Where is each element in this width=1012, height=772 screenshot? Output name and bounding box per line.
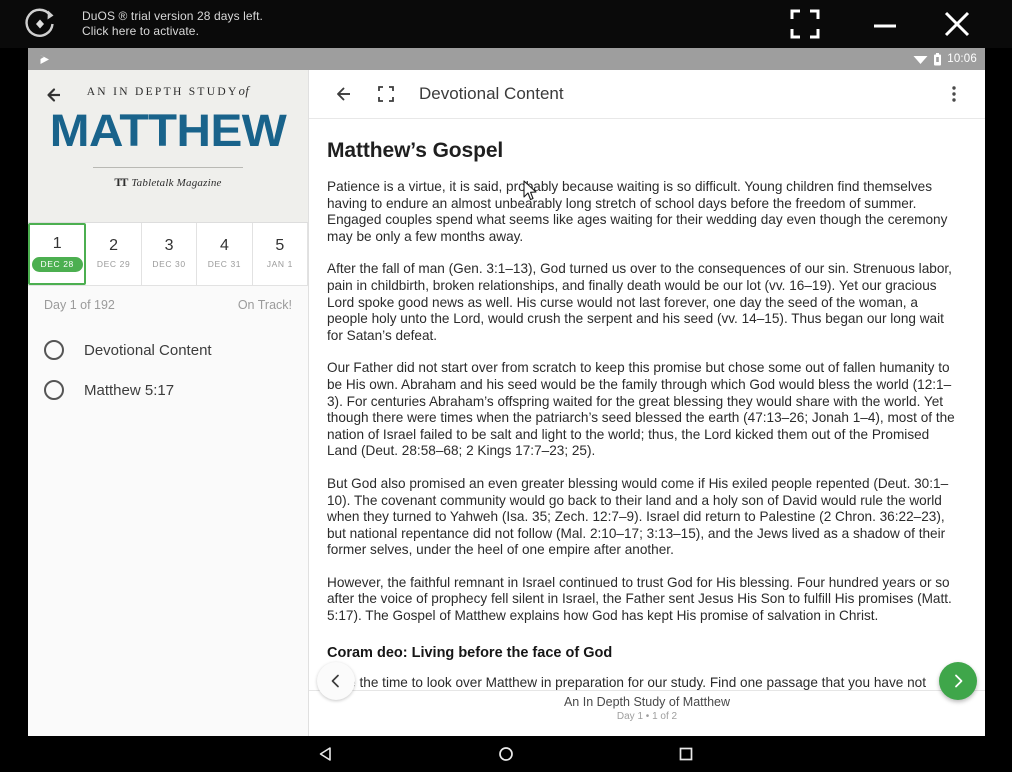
- close-button[interactable]: [926, 0, 988, 48]
- emulator-window: DuOS ® trial version 28 days left. Click…: [0, 0, 1012, 772]
- cover-publisher: TT Tabletalk Magazine: [28, 175, 308, 190]
- android-home-button[interactable]: [486, 739, 526, 769]
- devotional-article[interactable]: Matthew’s Gospel Patience is a virtue, i…: [309, 119, 985, 736]
- article-paragraph-1: Patience is a virtue, it is said, probab…: [327, 179, 948, 244]
- battery-icon: [934, 52, 942, 65]
- content-toolbar: Devotional Content: [309, 70, 985, 119]
- chevron-right-icon: [955, 674, 963, 688]
- emulator-titlebar: DuOS ® trial version 28 days left. Click…: [0, 0, 1012, 48]
- toolbar-overflow-button[interactable]: [937, 77, 971, 111]
- cover-kicker: AN IN DEPTH STUDYof: [28, 84, 308, 99]
- cover-publisher-name: Tabletalk Magazine: [131, 177, 222, 189]
- footer-study-title: An In Depth Study of Matthew: [563, 695, 731, 709]
- day-tab-date: JAN 1: [266, 259, 293, 269]
- on-track-label: On Track!: [237, 298, 292, 312]
- article-paragraph-3: Our Father did not start over from scrat…: [327, 360, 955, 459]
- article-paragraph-2: After the fall of man (Gen. 3:1–13), God…: [327, 261, 952, 343]
- article-paragraph-5: However, the faithful remnant in Israel …: [327, 574, 952, 624]
- task-list: Devotional Content Matthew 5:17: [28, 322, 308, 410]
- maximize-button[interactable]: [774, 0, 836, 48]
- day-tab-date: DEC 29: [96, 259, 131, 269]
- day-tab-date: DEC 30: [152, 259, 186, 269]
- status-bar-notifications: [38, 53, 51, 66]
- toolbar-fullscreen-button[interactable]: [369, 77, 403, 111]
- android-home-circle-icon: [499, 747, 513, 761]
- day-tab-date: DEC 31: [207, 259, 242, 269]
- article-paragraph-4: But God also promised an even greater bl…: [327, 475, 949, 558]
- task-checkbox-icon[interactable]: [44, 340, 64, 360]
- android-status-bar: 10:06: [28, 48, 985, 70]
- duos-logo-icon: [18, 2, 62, 46]
- article-footer: An In Depth Study of Matthew Day 1 • 1 o…: [309, 690, 985, 736]
- content-pane: Devotional Content Matthew’s Gospel Pati…: [309, 70, 985, 736]
- article-subheading: Coram deo: Living before the face of God: [327, 644, 613, 661]
- task-checkbox-icon[interactable]: [44, 380, 64, 400]
- day-tab-number: 1: [52, 235, 62, 252]
- day-tab-number: 3: [164, 237, 174, 254]
- previous-page-button[interactable]: [317, 662, 355, 700]
- overflow-menu-icon: [952, 86, 956, 102]
- tabletalk-mark-icon: TT: [114, 175, 128, 189]
- minimize-button[interactable]: [854, 0, 916, 48]
- cover-title: MATTHEW: [49, 105, 287, 156]
- day-tab-1[interactable]: 1 DEC 28: [28, 223, 87, 285]
- day-progress-label: Day 1 of 192: [44, 298, 115, 312]
- day-tab-number: 5: [275, 237, 285, 254]
- trial-line-1: DuOS ® trial version 28 days left.: [82, 9, 263, 23]
- day-tab-4[interactable]: 4 DEC 31: [197, 223, 253, 285]
- trial-line-2: Click here to activate.: [82, 24, 200, 38]
- status-bar-system-icons: 10:06: [913, 52, 977, 66]
- day-tab-date: DEC 28: [31, 257, 83, 272]
- article-heading: Matthew’s Gospel: [327, 139, 504, 162]
- android-recents-square-icon: [679, 747, 693, 761]
- task-item-devotional-content[interactable]: Devotional Content: [28, 330, 308, 370]
- cover-kicker-of: of: [238, 84, 250, 98]
- cover-divider: [93, 167, 243, 168]
- toolbar-back-button[interactable]: [327, 77, 361, 111]
- minimize-icon: [874, 24, 896, 28]
- task-label: Matthew 5:17: [84, 381, 175, 399]
- task-label: Devotional Content: [84, 341, 212, 359]
- chevron-left-icon: [331, 674, 339, 688]
- study-sidebar: AN IN DEPTH STUDYof MATTHEW TT Tabletalk …: [28, 70, 309, 736]
- book-cover[interactable]: AN IN DEPTH STUDYof MATTHEW TT Tabletalk …: [28, 70, 308, 223]
- progress-row: Day 1 of 192 On Track!: [28, 286, 308, 322]
- android-back-button[interactable]: [306, 739, 346, 769]
- task-item-matthew-517[interactable]: Matthew 5:17: [28, 370, 308, 410]
- day-tab-5[interactable]: 5 JAN 1: [252, 223, 308, 285]
- day-tabs: 1 DEC 28 2 DEC 29 3 DEC 30 4 DEC 31 5 JA…: [28, 223, 308, 286]
- day-tab-number: 2: [109, 237, 119, 254]
- next-page-button[interactable]: [939, 662, 977, 700]
- day-tab-3[interactable]: 3 DEC 30: [141, 223, 198, 285]
- cover-artwork: AN IN DEPTH STUDYof MATTHEW TT Tabletalk …: [28, 84, 308, 190]
- close-icon: [944, 11, 970, 37]
- maximize-icon: [790, 9, 820, 39]
- day-tab-2[interactable]: 2 DEC 29: [86, 223, 142, 285]
- android-device-viewport: 10:06 AN IN DEPTH STUDYof MATTHEW TT Tab…: [28, 48, 985, 736]
- play-media-icon: [40, 54, 49, 64]
- day-tab-number: 4: [219, 237, 229, 254]
- footer-page-indicator: Day 1 • 1 of 2: [616, 711, 678, 722]
- fullscreen-expand-icon: [378, 86, 394, 102]
- android-back-triangle-icon: [319, 747, 331, 761]
- android-recents-button[interactable]: [666, 739, 706, 769]
- app-body: AN IN DEPTH STUDYof MATTHEW TT Tabletalk …: [28, 70, 985, 736]
- android-navigation-bar: [0, 736, 1012, 772]
- cover-kicker-text: AN IN DEPTH STUDY: [86, 86, 239, 98]
- status-bar-clock: 10:06: [947, 53, 977, 65]
- trial-notice[interactable]: DuOS ® trial version 28 days left. Click…: [82, 9, 263, 39]
- wifi-icon: [913, 56, 928, 64]
- toolbar-title: Devotional Content: [419, 84, 564, 103]
- back-arrow-icon: [337, 87, 350, 101]
